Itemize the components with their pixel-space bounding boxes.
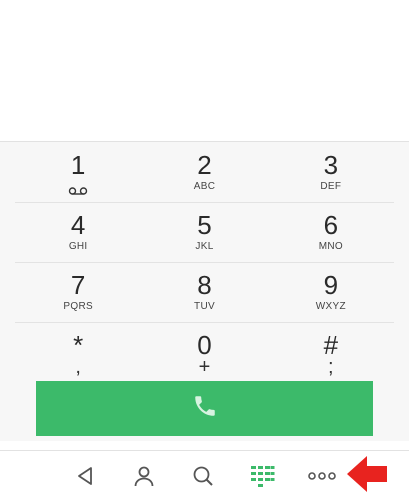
phone-icon [192,393,218,424]
voicemail-icon [68,182,88,200]
key-star[interactable]: * , [15,322,141,382]
key-2[interactable]: 2 ABC [141,142,267,202]
contacts-icon[interactable] [129,461,159,491]
key-digit: 9 [323,270,339,300]
key-digit: 7 [70,270,86,300]
key-sub-glyph: , [75,356,81,378]
dialpad-row-1: 1 2 ABC 3 DEF [15,142,394,202]
key-sub-glyph: ; [328,356,334,378]
back-triangle-icon[interactable] [70,461,100,491]
key-letters: TUV [194,301,215,312]
key-9[interactable]: 9 WXYZ [268,262,394,322]
search-icon[interactable] [188,461,218,491]
key-hash[interactable]: # ; [268,322,394,382]
key-letters: PQRS [63,301,93,312]
key-digit: 6 [323,210,339,240]
call-button[interactable] [36,381,373,436]
key-digit: # [323,330,339,360]
key-8[interactable]: 8 TUV [141,262,267,322]
key-0[interactable]: 0 + [141,322,267,382]
dialpad-icon[interactable] [248,461,278,491]
key-digit: 2 [197,150,212,180]
key-7[interactable]: 7 PQRS [15,262,141,322]
dialpad-row-2: 4 GHI 5 JKL 6 MNO [15,202,394,262]
dialpad-row-4: * , 0 + # ; [15,322,394,382]
key-letters: MNO [318,241,343,252]
key-digit: * [73,330,84,360]
key-letters: DEF [320,181,342,192]
key-4[interactable]: 4 GHI [15,202,141,262]
key-sub-glyph: + [198,356,211,378]
key-6[interactable]: 6 MNO [268,202,394,262]
red-arrow-icon [345,454,389,494]
key-digit: 4 [70,210,86,240]
dialpad-row-3: 7 PQRS 8 TUV 9 WXYZ [15,262,394,322]
number-display [0,0,409,141]
key-digit: 0 [197,330,212,360]
key-digit: 3 [323,150,339,180]
more-options-icon[interactable] [307,461,337,491]
key-digit: 5 [197,210,212,240]
key-letters: WXYZ [315,301,346,312]
key-letters: GHI [68,241,88,252]
key-digit: 8 [197,270,212,300]
key-3[interactable]: 3 DEF [268,142,394,202]
key-1[interactable]: 1 [15,142,141,202]
key-letters: JKL [195,241,214,252]
key-5[interactable]: 5 JKL [141,202,267,262]
key-digit: 1 [70,150,86,180]
key-letters: ABC [193,181,216,192]
